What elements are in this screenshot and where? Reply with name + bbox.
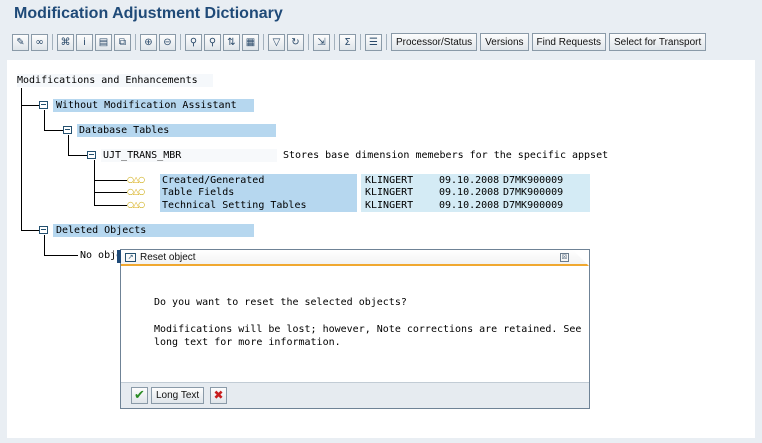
entry-date: 09.10.2008 [437,186,501,199]
find-icon[interactable]: ⚲ [185,33,202,51]
tree-connector [21,230,39,231]
dialog-message-line: long text for more information. [154,337,341,348]
toolbar-separator [180,34,181,50]
tree-node-deleted-objects[interactable]: Deleted Objects [53,224,254,237]
refresh-icon[interactable]: ↻ [287,33,304,51]
print-icon[interactable]: ▤ [95,33,112,51]
entry-date: 09.10.2008 [437,199,501,212]
tree-connector [44,255,78,256]
entry-label[interactable]: Technical Setting Tables [160,199,357,212]
entry-user: KLINGERT [361,186,437,199]
entry-label[interactable]: Table Fields [160,186,357,199]
versions-button[interactable]: Versions [480,33,529,51]
dialog-question: Do you want to reset the selected object… [154,297,407,308]
folder-open-icon[interactable] [63,126,72,134]
toolbar-separator [334,34,335,50]
pencil-icon[interactable]: ✎ [12,33,29,51]
find-requests-button[interactable]: Find Requests [531,33,606,51]
export-icon[interactable]: ⇲ [313,33,330,51]
app-title: Modification Adjustment Dictionary [14,5,283,22]
find-next-icon[interactable]: ⚲ [204,33,221,51]
choose-icon[interactable]: ⌘ [57,33,74,51]
sort-icon[interactable]: ⇅ [223,33,240,51]
dialog-corner-decoration [573,250,589,266]
tree-connector [21,88,22,231]
status-traffic-light-icon: ○△○ [127,175,145,184]
filter-icon[interactable]: ▽ [268,33,285,51]
close-icon[interactable]: ⊠ [560,253,569,262]
dialog-titlebar[interactable]: ↗ Reset object ⊠ [121,250,589,266]
info-icon[interactable]: i [76,33,93,51]
folder-open-icon[interactable] [87,151,96,159]
long-text-button[interactable]: Long Text [151,387,205,404]
tree-connector [68,135,69,155]
tree-connector [94,180,127,181]
tree-node-database-tables[interactable]: Database Tables [77,124,276,137]
select-for-transport-button[interactable]: Select for Transport [609,33,707,51]
processor-status-button[interactable]: Processor/Status [391,33,478,51]
tree-connector [94,160,95,205]
application-toolbar: ✎ ∞ ⌘ i ▤ ⧉ ⊕ ⊖ ⚲ ⚲ ⇅ ▦ ▽ ↻ ⇲ Σ ☰ Proces… [12,33,709,51]
layout-icon[interactable]: ☰ [365,33,382,51]
tree-node-table-name[interactable]: UJT_TRANS_MBR [101,149,277,162]
tree-connector [44,110,45,130]
table-description: Stores base dimension memebers for the s… [283,150,609,161]
status-traffic-light-icon: ○△○ [127,187,145,196]
tree-connector [44,130,63,131]
tree-connector [68,155,87,156]
entry-request: D7MK900009 [501,186,590,199]
collapse-icon[interactable]: ⊖ [159,33,176,51]
toolbar-separator [360,34,361,50]
entry-request: D7MK900009 [501,199,590,212]
detail-icon[interactable]: ▦ [242,33,259,51]
toolbar-separator [308,34,309,50]
dialog-title: Reset object [140,252,196,263]
tree-connector [21,105,39,106]
cancel-button[interactable]: ✖ [210,387,227,404]
tree-connector [44,235,45,255]
dialog-message-line: Modifications will be lost; however, Not… [154,324,582,335]
expand-icon[interactable]: ⊕ [140,33,157,51]
entry-user: KLINGERT [361,199,437,212]
tree-connector [94,192,127,193]
toolbar-separator [386,34,387,50]
copy-icon[interactable]: ⧉ [114,33,131,51]
reset-object-dialog: ↗ Reset object ⊠ Do you want to reset th… [117,249,590,409]
dialog-window-icon: ↗ [125,253,136,262]
tree-node-no-objects[interactable]: No obje [80,249,122,262]
folder-open-icon[interactable] [39,226,48,234]
toolbar-separator [52,34,53,50]
status-traffic-light-icon: ○△○ [127,200,145,209]
dialog-footer: ✔ Long Text ✖ [121,382,589,408]
sum-icon[interactable]: Σ [339,33,356,51]
toolbar-separator [263,34,264,50]
confirm-button[interactable]: ✔ [131,387,148,404]
tree-connector [94,205,127,206]
tree-root[interactable]: Modifications and Enhancements [17,74,213,87]
glasses-icon[interactable]: ∞ [31,33,48,51]
tree-node-without-mod-assistant[interactable]: Without Modification Assistant [53,99,254,112]
folder-open-icon[interactable] [39,101,48,109]
toolbar-separator [135,34,136,50]
